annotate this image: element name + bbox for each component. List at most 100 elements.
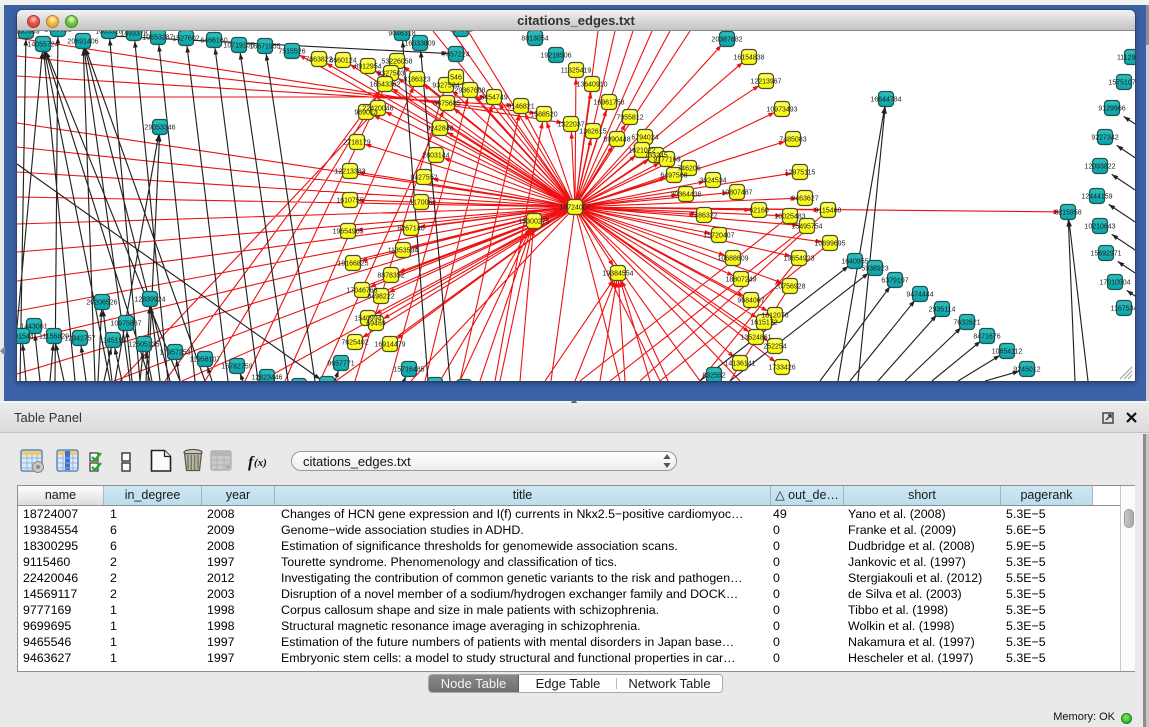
svg-text:22420046: 22420046 xyxy=(362,105,393,112)
svg-text:20387682: 20387682 xyxy=(711,36,742,43)
svg-text:15751074: 15751074 xyxy=(1108,79,1135,86)
svg-text:10975867: 10975867 xyxy=(110,320,141,327)
svg-text:1443061: 1443061 xyxy=(20,323,47,330)
svg-text:10653287: 10653287 xyxy=(142,34,173,41)
svg-text:9684067: 9684067 xyxy=(737,297,764,304)
svg-text:12342757: 12342757 xyxy=(64,335,95,342)
svg-text:2083312: 2083312 xyxy=(44,31,71,33)
svg-text:8660124: 8660124 xyxy=(329,57,356,64)
svg-text:20756928: 20756928 xyxy=(774,283,805,290)
svg-text:15495754: 15495754 xyxy=(791,223,822,230)
svg-text:6794024: 6794024 xyxy=(631,134,658,141)
svg-text:8427552: 8427552 xyxy=(410,174,437,181)
svg-text:9657771: 9657771 xyxy=(327,360,354,367)
svg-text:20691406: 20691406 xyxy=(67,38,98,45)
svg-text:8267140: 8267140 xyxy=(397,225,424,232)
svg-text:804631: 804631 xyxy=(449,31,472,33)
svg-text:17957253: 17957253 xyxy=(159,349,190,356)
svg-text:9115460: 9115460 xyxy=(815,207,842,214)
svg-text:14136141: 14136141 xyxy=(724,360,755,367)
svg-text:832552: 832552 xyxy=(702,372,725,379)
svg-text:10210643: 10210643 xyxy=(1084,223,1115,230)
svg-text:8215958: 8215958 xyxy=(1054,209,1081,216)
svg-text:16644784: 16644784 xyxy=(870,96,901,103)
svg-text:8912954: 8912954 xyxy=(354,63,381,70)
svg-text:8471676: 8471676 xyxy=(973,333,1000,340)
svg-text:1588520: 1588520 xyxy=(530,111,557,118)
svg-text:18807249: 18807249 xyxy=(725,276,756,283)
svg-text:11958107: 11958107 xyxy=(190,356,221,363)
svg-text:8813054: 8813054 xyxy=(521,35,548,42)
svg-text:7625402: 7625402 xyxy=(341,339,368,346)
svg-text:1322037: 1322037 xyxy=(557,121,584,128)
svg-text:9046318: 9046318 xyxy=(388,31,415,37)
svg-text:15300275: 15300275 xyxy=(518,218,549,225)
svg-text:7857224: 7857224 xyxy=(442,51,469,58)
svg-text:7515526: 7515526 xyxy=(278,48,305,55)
svg-text:6379197: 6379197 xyxy=(881,277,908,284)
svg-text:1640955: 1640955 xyxy=(841,258,868,265)
svg-text:6497568: 6497568 xyxy=(660,172,687,179)
svg-text:12093822: 12093822 xyxy=(1084,163,1115,170)
svg-text:29367608: 29367608 xyxy=(454,87,485,94)
svg-text:8878352: 8878352 xyxy=(377,272,404,279)
svg-text:117006: 117006 xyxy=(410,199,433,206)
svg-text:11325419: 11325419 xyxy=(561,67,592,74)
svg-text:9474444: 9474444 xyxy=(906,291,933,298)
svg-text:9242848: 9242848 xyxy=(426,125,453,132)
svg-text:9245012: 9245012 xyxy=(1013,366,1040,373)
svg-text:15716485: 15716485 xyxy=(393,366,424,373)
svg-text:62160: 62160 xyxy=(749,207,769,214)
svg-text:1610755: 1610755 xyxy=(336,197,363,204)
svg-text:16543362: 16543362 xyxy=(369,81,400,88)
svg-text:53226058: 53226058 xyxy=(381,58,412,65)
svg-text:15692971: 15692971 xyxy=(1090,250,1121,257)
svg-text:9146821: 9146821 xyxy=(507,103,534,110)
svg-text:8454749: 8454749 xyxy=(480,94,507,101)
svg-text:12444159: 12444159 xyxy=(1081,193,1112,200)
svg-text:8498222: 8498222 xyxy=(367,293,394,300)
svg-text:13640910: 13640910 xyxy=(576,81,607,88)
svg-text:16961758: 16961758 xyxy=(593,99,624,106)
svg-text:12839924: 12839924 xyxy=(134,296,165,303)
svg-text:1145194: 1145194 xyxy=(100,337,127,344)
svg-text:10654112: 10654112 xyxy=(992,348,1023,355)
svg-text:391544: 391544 xyxy=(17,333,34,340)
svg-text:18724007: 18724007 xyxy=(559,204,590,211)
svg-text:16033809: 16033809 xyxy=(404,40,435,47)
svg-text:252254: 252254 xyxy=(763,343,786,350)
svg-text:1362615: 1362615 xyxy=(579,128,606,135)
svg-text:1527602: 1527602 xyxy=(172,35,199,42)
svg-text:1615172: 1615172 xyxy=(750,319,777,326)
svg-text:10688609: 10688609 xyxy=(717,255,748,262)
svg-text:1167534: 1167534 xyxy=(1111,305,1135,312)
svg-text:19166825: 19166825 xyxy=(337,260,368,267)
svg-text:7632621: 7632621 xyxy=(953,319,980,326)
svg-text:12213967: 12213967 xyxy=(750,78,781,85)
svg-text:8186323: 8186323 xyxy=(403,76,430,83)
svg-text:746206: 746206 xyxy=(677,165,700,172)
svg-text:3624534: 3624534 xyxy=(699,177,726,184)
svg-text:7486322: 7486322 xyxy=(690,212,717,219)
svg-text:17010504: 17010504 xyxy=(1099,279,1130,286)
svg-text:19384554: 19384554 xyxy=(602,270,633,277)
svg-text:13524861: 13524861 xyxy=(740,334,771,341)
svg-text:2803144: 2803144 xyxy=(422,152,449,159)
svg-text:19218506: 19218506 xyxy=(540,52,571,59)
svg-text:(x): (x) xyxy=(254,457,267,469)
svg-text:9129966: 9129966 xyxy=(1098,105,1125,112)
svg-text:9463627: 9463627 xyxy=(791,195,818,202)
svg-text:9777169: 9777169 xyxy=(653,156,680,163)
svg-text:19654923: 19654923 xyxy=(783,255,814,262)
svg-text:12975115: 12975115 xyxy=(785,169,816,176)
svg-text:10807487: 10807487 xyxy=(721,189,752,196)
svg-text:19654965: 19654965 xyxy=(332,228,363,235)
svg-text:69469: 69469 xyxy=(366,320,386,327)
svg-text:29053346: 29053346 xyxy=(144,124,175,131)
svg-text:16914479: 16914479 xyxy=(374,341,405,348)
svg-text:8990448: 8990448 xyxy=(603,136,630,143)
svg-text:3875685: 3875685 xyxy=(433,100,460,107)
svg-text:16154838: 16154838 xyxy=(733,54,764,61)
svg-text:20206526: 20206526 xyxy=(86,299,117,306)
svg-text:12823446: 12823446 xyxy=(251,374,282,381)
